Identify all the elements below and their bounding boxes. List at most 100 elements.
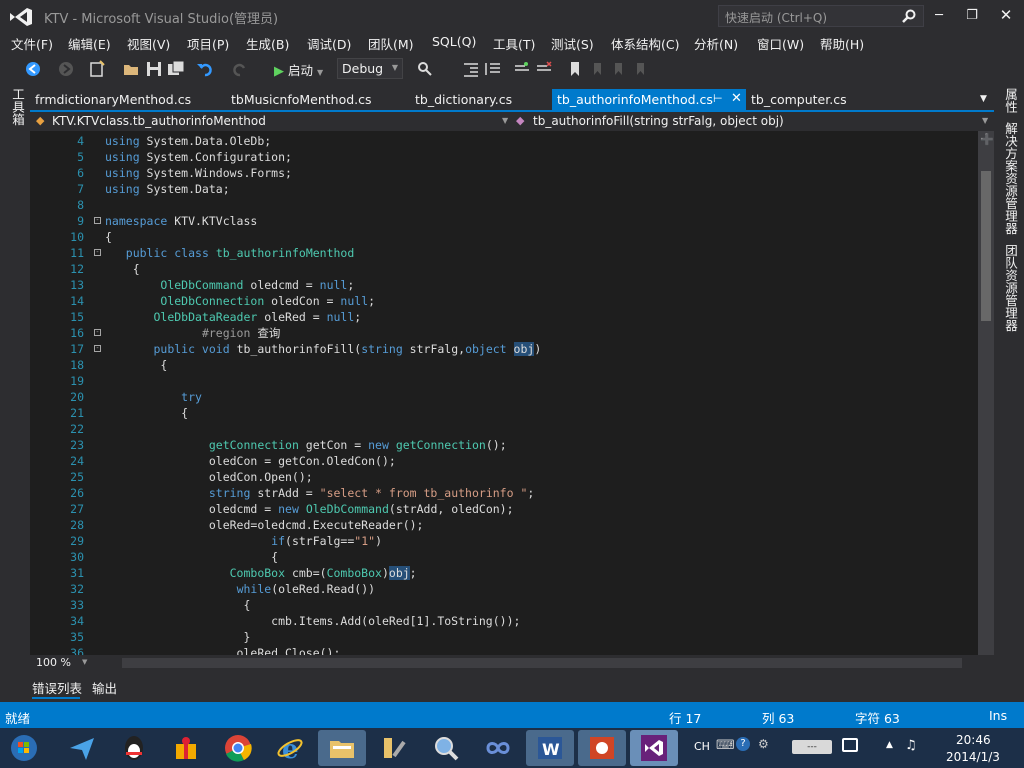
code-editor[interactable]: 4 using System.Data.OleDb; 5 using System.… [30,131,994,655]
taskbar-qq[interactable] [110,730,158,766]
close-tab-icon[interactable]: ✕ [731,91,742,106]
taskbar-tools[interactable] [370,730,418,766]
help-icon[interactable]: ? [736,737,750,751]
gift-icon [176,737,196,759]
navigate-forward-icon[interactable] [57,60,75,78]
menu-edit[interactable]: 编辑(E) [68,34,111,53]
menu-help[interactable]: 帮助(H) [820,34,864,53]
menu-sql[interactable]: SQL(Q) [432,34,476,49]
chevron-down-icon[interactable]: ▼ [502,116,508,125]
menu-view[interactable]: 视图(V) [127,34,170,53]
menu-project[interactable]: 项目(P) [187,34,229,53]
taskbar-search[interactable] [422,730,470,766]
tab-tb-dictionary[interactable]: tb_dictionary.cs [410,89,552,111]
find-in-files-icon[interactable] [416,60,434,78]
code-line: 14 OleDbConnection oledCon = null; [30,293,978,309]
network-icon[interactable] [842,738,858,752]
outdent-icon[interactable] [484,60,502,78]
taskbar-powerpoint[interactable] [578,730,626,766]
close-button[interactable]: ✕ [992,4,1020,26]
tab-frmdictionarymenthod[interactable]: frmdictionaryMenthod.cs [30,89,226,111]
code-text: ComboBox cmb=(ComboBox)obj; [229,566,417,580]
pin-icon[interactable]: ⊢ [713,92,723,105]
indent-icon[interactable] [462,60,480,78]
zoom-level[interactable]: 100 % [36,656,71,669]
taskbar-visual-studio-infinity[interactable] [474,730,522,766]
menu-analyze[interactable]: 分析(N) [694,34,738,53]
input-language[interactable]: CH [694,740,710,753]
taskbar-visual-studio[interactable] [630,730,678,766]
restore-button[interactable]: ❐ [958,4,986,26]
minimize-button[interactable]: ─ [925,4,953,26]
tab-overflow-icon[interactable]: ▼ [980,94,987,104]
search-icon[interactable] [902,9,916,23]
taskbar-chrome[interactable] [214,730,262,766]
bookmark-icon[interactable] [566,60,584,78]
menu-test[interactable]: 测试(S) [551,34,594,53]
vertical-scrollbar[interactable]: ➕ [978,131,994,655]
clear-bookmarks-icon[interactable] [631,60,649,78]
taskbar-file-explorer[interactable] [318,730,366,766]
chevron-down-icon[interactable]: ▼ [82,658,87,666]
taskbar-word[interactable]: W [526,730,574,766]
solution-explorer-tab[interactable]: 解决方案资源管理器 [1001,122,1020,235]
tab-tb-computer[interactable]: tb_computer.cs [746,89,946,111]
volume-icon[interactable]: ♫ [905,738,917,753]
uncomment-icon[interactable] [535,60,553,78]
chevron-down-icon: ▼ [391,63,398,72]
taskbar-feiq[interactable] [58,730,106,766]
navigate-back-icon[interactable] [24,60,42,78]
line-number: 27 [70,502,84,516]
new-project-icon[interactable] [88,60,106,78]
menu-build[interactable]: 生成(B) [246,34,289,53]
line-number: 20 [70,390,84,404]
tab-tbmusicnfomenthod[interactable]: tbMusicnfoMenthod.cs [226,89,410,111]
comment-icon[interactable] [513,60,531,78]
error-list-tab[interactable]: 错误列表 [32,678,82,697]
solution-configuration-select[interactable]: Debug ▼ [337,58,403,79]
line-number: 8 [77,198,84,212]
start-button[interactable] [0,730,48,766]
save-all-icon[interactable] [167,60,185,78]
start-debugging-button[interactable]: ▶ 启动 ▼ [274,60,323,79]
next-bookmark-icon[interactable] [609,60,627,78]
class-dropdown[interactable]: KTV.KTVclass.tb_authorinfoMenthod [52,114,266,128]
scrollbar-thumb[interactable] [981,171,991,321]
member-dropdown[interactable]: tb_authorinfoFill(string strFalg, object… [533,114,784,128]
taskbar-internet-explorer[interactable]: e [266,730,314,766]
quick-launch-input[interactable]: 快速启动 (Ctrl+Q) [718,5,924,27]
show-hidden-icons[interactable]: ▲ [886,740,893,750]
code-text: OleDbCommand oledcmd = null; [160,278,355,292]
menu-window[interactable]: 窗口(W) [757,34,804,53]
save-icon[interactable] [145,60,163,78]
horizontal-scrollbar[interactable] [122,658,962,668]
collapse-icon[interactable]: - [94,217,101,224]
output-tab[interactable]: 输出 [92,678,117,697]
menu-debug[interactable]: 调试(D) [307,34,351,53]
redo-icon[interactable] [231,60,249,78]
previous-bookmark-icon[interactable] [588,60,606,78]
tab-tb-authorinfomenthod[interactable]: tb_authorinfoMenthod.cs ⊢ ✕ [552,89,746,111]
clock-time[interactable]: 20:46 [956,733,991,747]
tab-label: frmdictionaryMenthod.cs [35,92,192,107]
menu-file[interactable]: 文件(F) [11,34,53,53]
keyboard-icon[interactable]: ⌨ [716,738,735,753]
menu-team[interactable]: 团队(M) [368,34,414,53]
collapse-icon[interactable]: - [94,329,101,336]
properties-tab[interactable]: 属性 [1001,88,1020,113]
split-icon[interactable]: ➕ [980,133,994,146]
menu-architecture[interactable]: 体系结构(C) [611,34,679,53]
clock-date[interactable]: 2014/1/3 [946,750,1000,764]
toolbox-tab[interactable]: 工具箱 [8,88,27,126]
code-line: 34 cmb.Items.Add(oleRed[1].ToString()); [30,613,978,629]
collapse-icon[interactable]: - [94,249,101,256]
chevron-down-icon[interactable]: ▼ [982,116,988,125]
menu-tools[interactable]: 工具(T) [493,34,535,53]
settings-icon[interactable]: ⚙ [758,737,769,751]
taskbar-gift[interactable] [162,730,210,766]
undo-icon[interactable] [196,60,214,78]
collapse-icon[interactable]: - [94,345,101,352]
minimized-app-icon[interactable]: --- [792,740,832,754]
open-file-icon[interactable] [122,60,140,78]
team-explorer-tab[interactable]: 团队资源管理器 [1001,244,1020,332]
